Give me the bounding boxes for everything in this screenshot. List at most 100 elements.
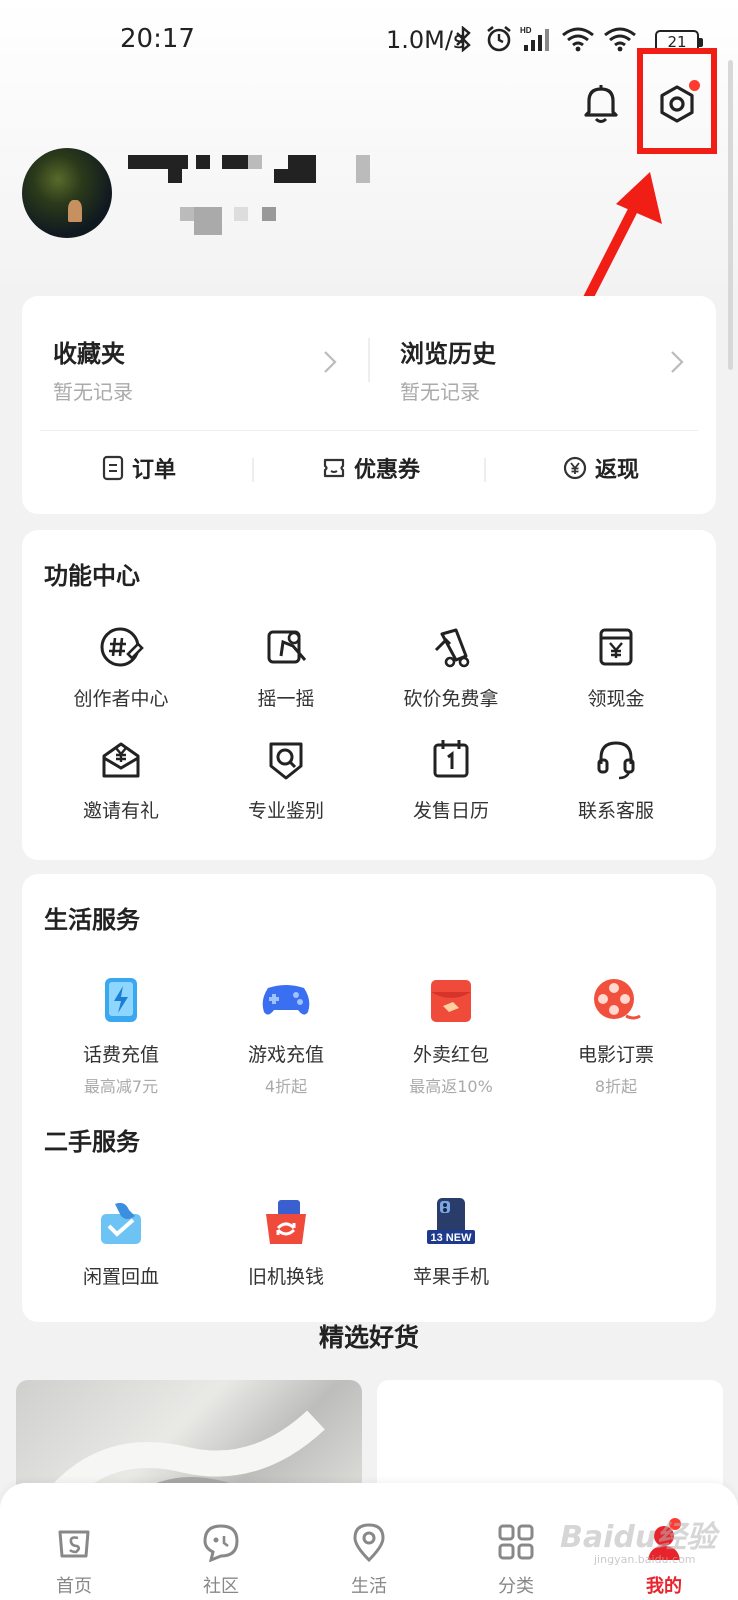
section-title-function-center: 功能中心 (44, 562, 140, 590)
secondhand-label: 旧机换钱 (247, 1266, 324, 1288)
quick-link-orders[interactable]: 订单 (102, 448, 176, 488)
tab-label: 分类 (498, 1576, 534, 1597)
wifi-icon (560, 22, 596, 56)
watermark-url: jingyan.baidu.com (594, 1553, 696, 1566)
film-reel-icon (594, 979, 641, 1020)
favorites-subtitle: 暂无记录 (53, 380, 133, 404)
product-image (46, 1410, 325, 1500)
grid-icon (498, 1524, 534, 1560)
location-pin-icon (353, 1523, 385, 1563)
favorites-title: 收藏夹 (53, 340, 125, 368)
function-authenticate[interactable]: 专业鉴别 (206, 736, 366, 823)
bell-icon[interactable] (581, 82, 621, 126)
divider (368, 338, 370, 382)
service-promo: 4折起 (264, 1077, 308, 1096)
avatar[interactable] (22, 148, 112, 238)
service-label: 外卖红包 (412, 1044, 489, 1066)
divider (484, 458, 486, 482)
svg-text:HD: HD (520, 26, 532, 35)
secondhand-label: 苹果手机 (412, 1266, 489, 1288)
service-game-recharge[interactable]: 游戏充值 4折起 (206, 974, 366, 1097)
secondhand-label: 闲置回血 (82, 1266, 159, 1288)
iphone-badge: 13 NEW (431, 1232, 473, 1244)
secondhand-idle-resale[interactable]: 闲置回血 (41, 1196, 201, 1289)
function-label: 摇一摇 (257, 688, 315, 710)
section-title-life-services: 生活服务 (44, 906, 140, 934)
function-customer-service[interactable]: 联系客服 (536, 736, 696, 823)
section-title-picks: 精选好货 (318, 1323, 419, 1352)
function-release-calendar[interactable]: 发售日历 (371, 736, 531, 823)
function-label: 专业鉴别 (247, 800, 324, 822)
function-label: 砍价免费拿 (403, 688, 499, 710)
history-subtitle: 暂无记录 (400, 380, 480, 404)
service-promo: 8折起 (594, 1077, 638, 1096)
service-label: 游戏充值 (247, 1044, 324, 1066)
chevron-right-icon (671, 351, 684, 373)
headset-icon (597, 741, 635, 780)
tab-category[interactable]: 分类 (466, 1522, 566, 1598)
quick-link-label: 返现 (595, 458, 640, 483)
cash-icon (599, 628, 633, 666)
function-label: 发售日历 (412, 800, 489, 822)
function-shake[interactable]: 摇一摇 (206, 624, 366, 711)
idle-resale-icon (101, 1202, 141, 1244)
status-bar: 20:17 1.0M/s HD 21 (0, 0, 738, 84)
product-card[interactable] (377, 1380, 723, 1500)
service-label: 话费充值 (82, 1044, 159, 1066)
service-promo: 最高返10% (409, 1077, 493, 1096)
tab-life[interactable]: 生活 (319, 1522, 419, 1598)
history-title: 浏览历史 (400, 340, 496, 368)
function-label: 创作者中心 (73, 688, 169, 710)
watermark: Baidu经验 (560, 1520, 717, 1555)
quick-link-label: 订单 (132, 458, 177, 483)
cashback-icon (563, 456, 587, 480)
section-title-second-hand: 二手服务 (44, 1128, 140, 1156)
bluetooth-icon (452, 22, 474, 56)
function-invite[interactable]: 邀请有礼 (41, 736, 201, 823)
community-icon (203, 1524, 239, 1563)
gamepad-icon (262, 985, 310, 1015)
function-creator-center[interactable]: 创作者中心 (41, 624, 201, 711)
shake-icon (267, 630, 307, 664)
quick-link-cashback[interactable]: 返现 (563, 448, 639, 488)
chevron-right-icon (324, 351, 337, 373)
invite-icon (102, 742, 140, 778)
signal-icon: HD (520, 22, 554, 56)
phone-recharge-icon (105, 978, 137, 1022)
function-get-cash[interactable]: 领现金 (536, 624, 696, 711)
clock: 20:17 (120, 24, 195, 54)
secondhand-iphone[interactable]: 13 NEW 苹果手机 (371, 1196, 531, 1289)
annotation-highlight-box (637, 48, 717, 154)
bargain-icon (434, 628, 470, 668)
function-label: 邀请有礼 (82, 800, 159, 822)
wifi-icon-secondary (602, 22, 638, 56)
trade-in-icon (266, 1200, 306, 1244)
iphone-icon: 13 NEW (427, 1198, 475, 1244)
service-phone-recharge[interactable]: 话费充值 最高减7元 (41, 974, 201, 1097)
tab-label: 社区 (203, 1576, 239, 1597)
service-movie-tickets[interactable]: 电影订票 8折起 (536, 974, 696, 1097)
product-card[interactable] (16, 1380, 362, 1500)
order-icon (102, 455, 124, 481)
tab-community[interactable]: 社区 (171, 1522, 271, 1598)
alarm-icon (484, 22, 514, 56)
tab-home[interactable]: 首页 (24, 1522, 124, 1598)
secondhand-trade-in[interactable]: 旧机换钱 (206, 1196, 366, 1289)
home-icon (58, 1530, 90, 1558)
service-promo: 最高减7元 (83, 1077, 159, 1096)
scroll-indicator[interactable] (728, 60, 733, 370)
divider (252, 458, 254, 482)
service-delivery-envelope[interactable]: 外卖红包 最高返10% (371, 974, 531, 1097)
quick-link-label: 优惠券 (354, 458, 421, 483)
coupon-icon (323, 458, 345, 478)
divider (40, 430, 698, 431)
tab-label: 我的 (646, 1576, 682, 1597)
function-label: 领现金 (587, 688, 645, 710)
calendar-icon (433, 740, 469, 778)
creator-icon (100, 627, 144, 667)
function-bargain[interactable]: 砍价免费拿 (371, 624, 531, 711)
quick-link-coupons[interactable]: 优惠券 (322, 448, 420, 488)
red-envelope-icon (431, 980, 471, 1022)
service-label: 电影订票 (577, 1044, 654, 1066)
function-label: 联系客服 (577, 800, 654, 822)
